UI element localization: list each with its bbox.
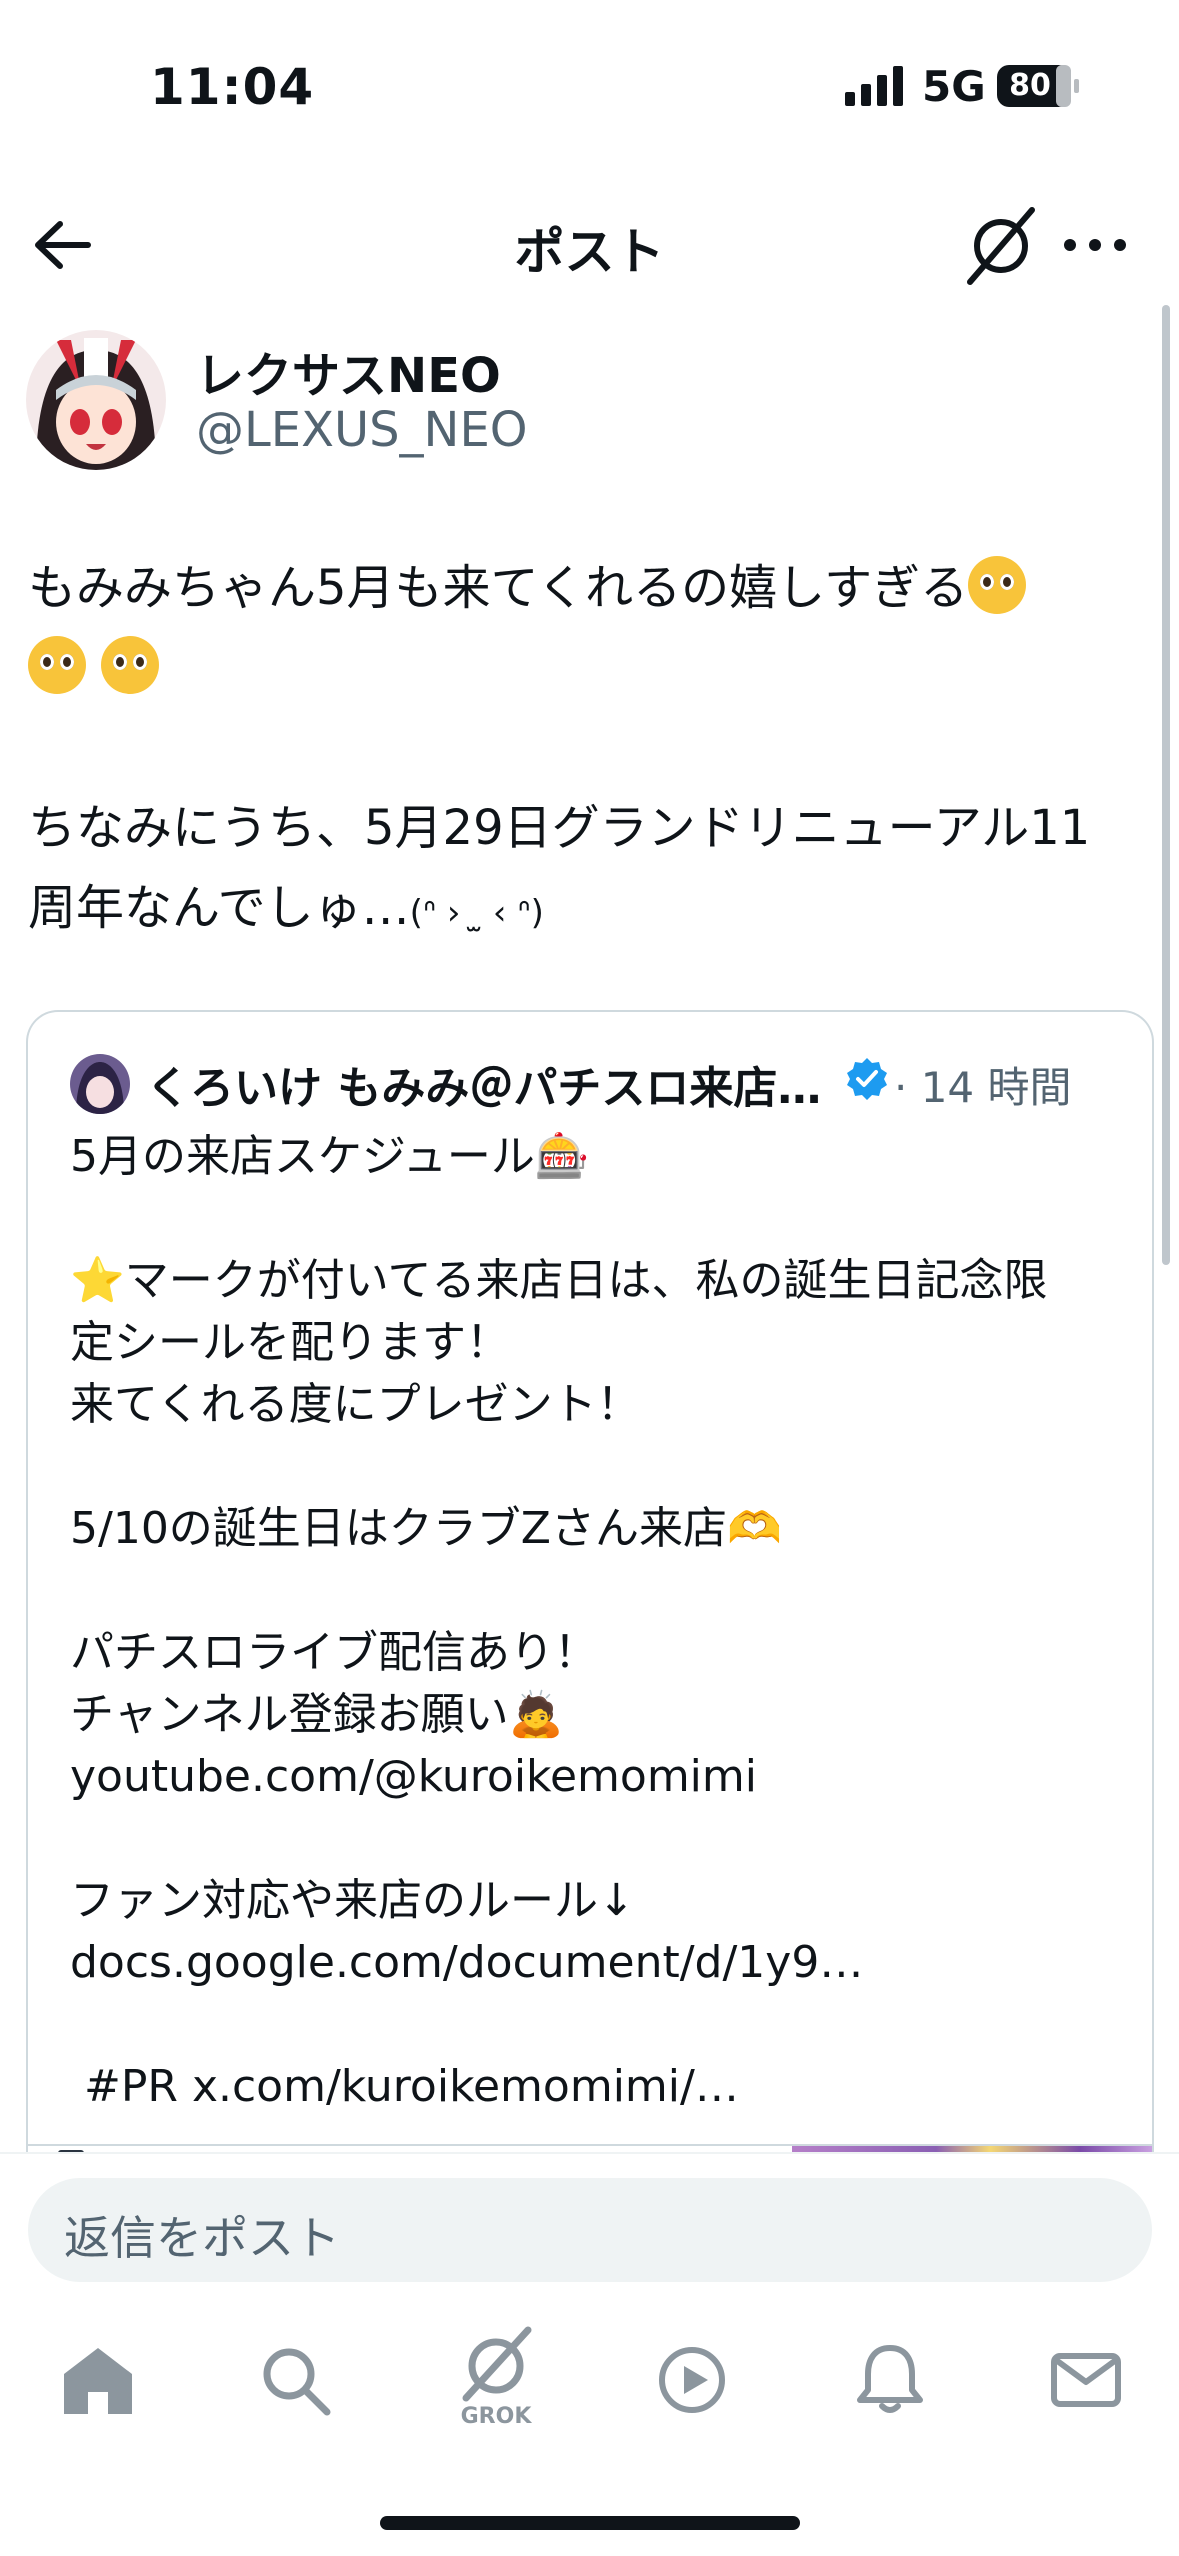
tweet-line: もみみちゃん5月も来てくれるの嬉しすぎる [28, 560, 969, 616]
battery-level: 80 [1009, 68, 1051, 103]
tweet-text: もみみちゃん5月も来てくれるの嬉しすぎる ちなみにうち、5月29日グランドリニュ… [28, 548, 1153, 953]
pleading-face-emoji [28, 636, 86, 694]
tweet-line: 周年なんでしゅ… [28, 880, 410, 936]
pleading-face-emoji [101, 636, 160, 694]
quoted-author-name: くろいけ もみみ＠パチスロ来店… [146, 1063, 822, 1114]
grok-label: GROK [460, 2404, 532, 2429]
mail-icon[interactable] [1046, 2340, 1126, 2420]
scrollbar[interactable] [1162, 305, 1170, 1265]
grok-icon[interactable] [456, 2322, 536, 2402]
signal-icon [845, 66, 903, 106]
verified-icon [847, 1058, 887, 1100]
quoted-avatar [70, 1054, 130, 1114]
quoted-tweet-text: 5月の来店スケジュール🎰 ⭐マークが付いてる来店日は、私の誕生日記念限 定シール… [70, 1131, 1048, 2112]
battery-icon: 80 [996, 64, 1080, 108]
network-type: 5G [922, 62, 986, 111]
more-icon[interactable] [1060, 220, 1130, 270]
reply-placeholder: 返信をポスト [64, 2211, 340, 2265]
grok-icon[interactable] [962, 204, 1040, 288]
quoted-tweet-card[interactable]: くろいけ もみみ＠パチスロ来店… · 14 時間 5月の来店スケジュール🎰 ⭐マ… [26, 1010, 1154, 2212]
status-time: 11:04 [150, 58, 315, 116]
author-handle[interactable]: @LEXUS_NEO [196, 402, 528, 458]
author-display-name[interactable]: レクサスNEO [196, 336, 501, 406]
bell-icon[interactable] [850, 2338, 930, 2418]
avatar[interactable] [26, 330, 166, 470]
play-icon[interactable] [652, 2340, 732, 2420]
search-icon[interactable] [255, 2340, 335, 2420]
pleading-face-emoji [968, 556, 1027, 614]
home-indicator[interactable] [380, 2516, 800, 2530]
quoted-timestamp: · 14 時間 [894, 1063, 1072, 1112]
tweet-line: ちなみにうち、5月29日グランドリニューアル11 [28, 800, 1091, 856]
home-icon[interactable] [58, 2340, 138, 2420]
kaomoji: (ᐢ › ̫ ‹ ᐢ) [409, 893, 544, 933]
